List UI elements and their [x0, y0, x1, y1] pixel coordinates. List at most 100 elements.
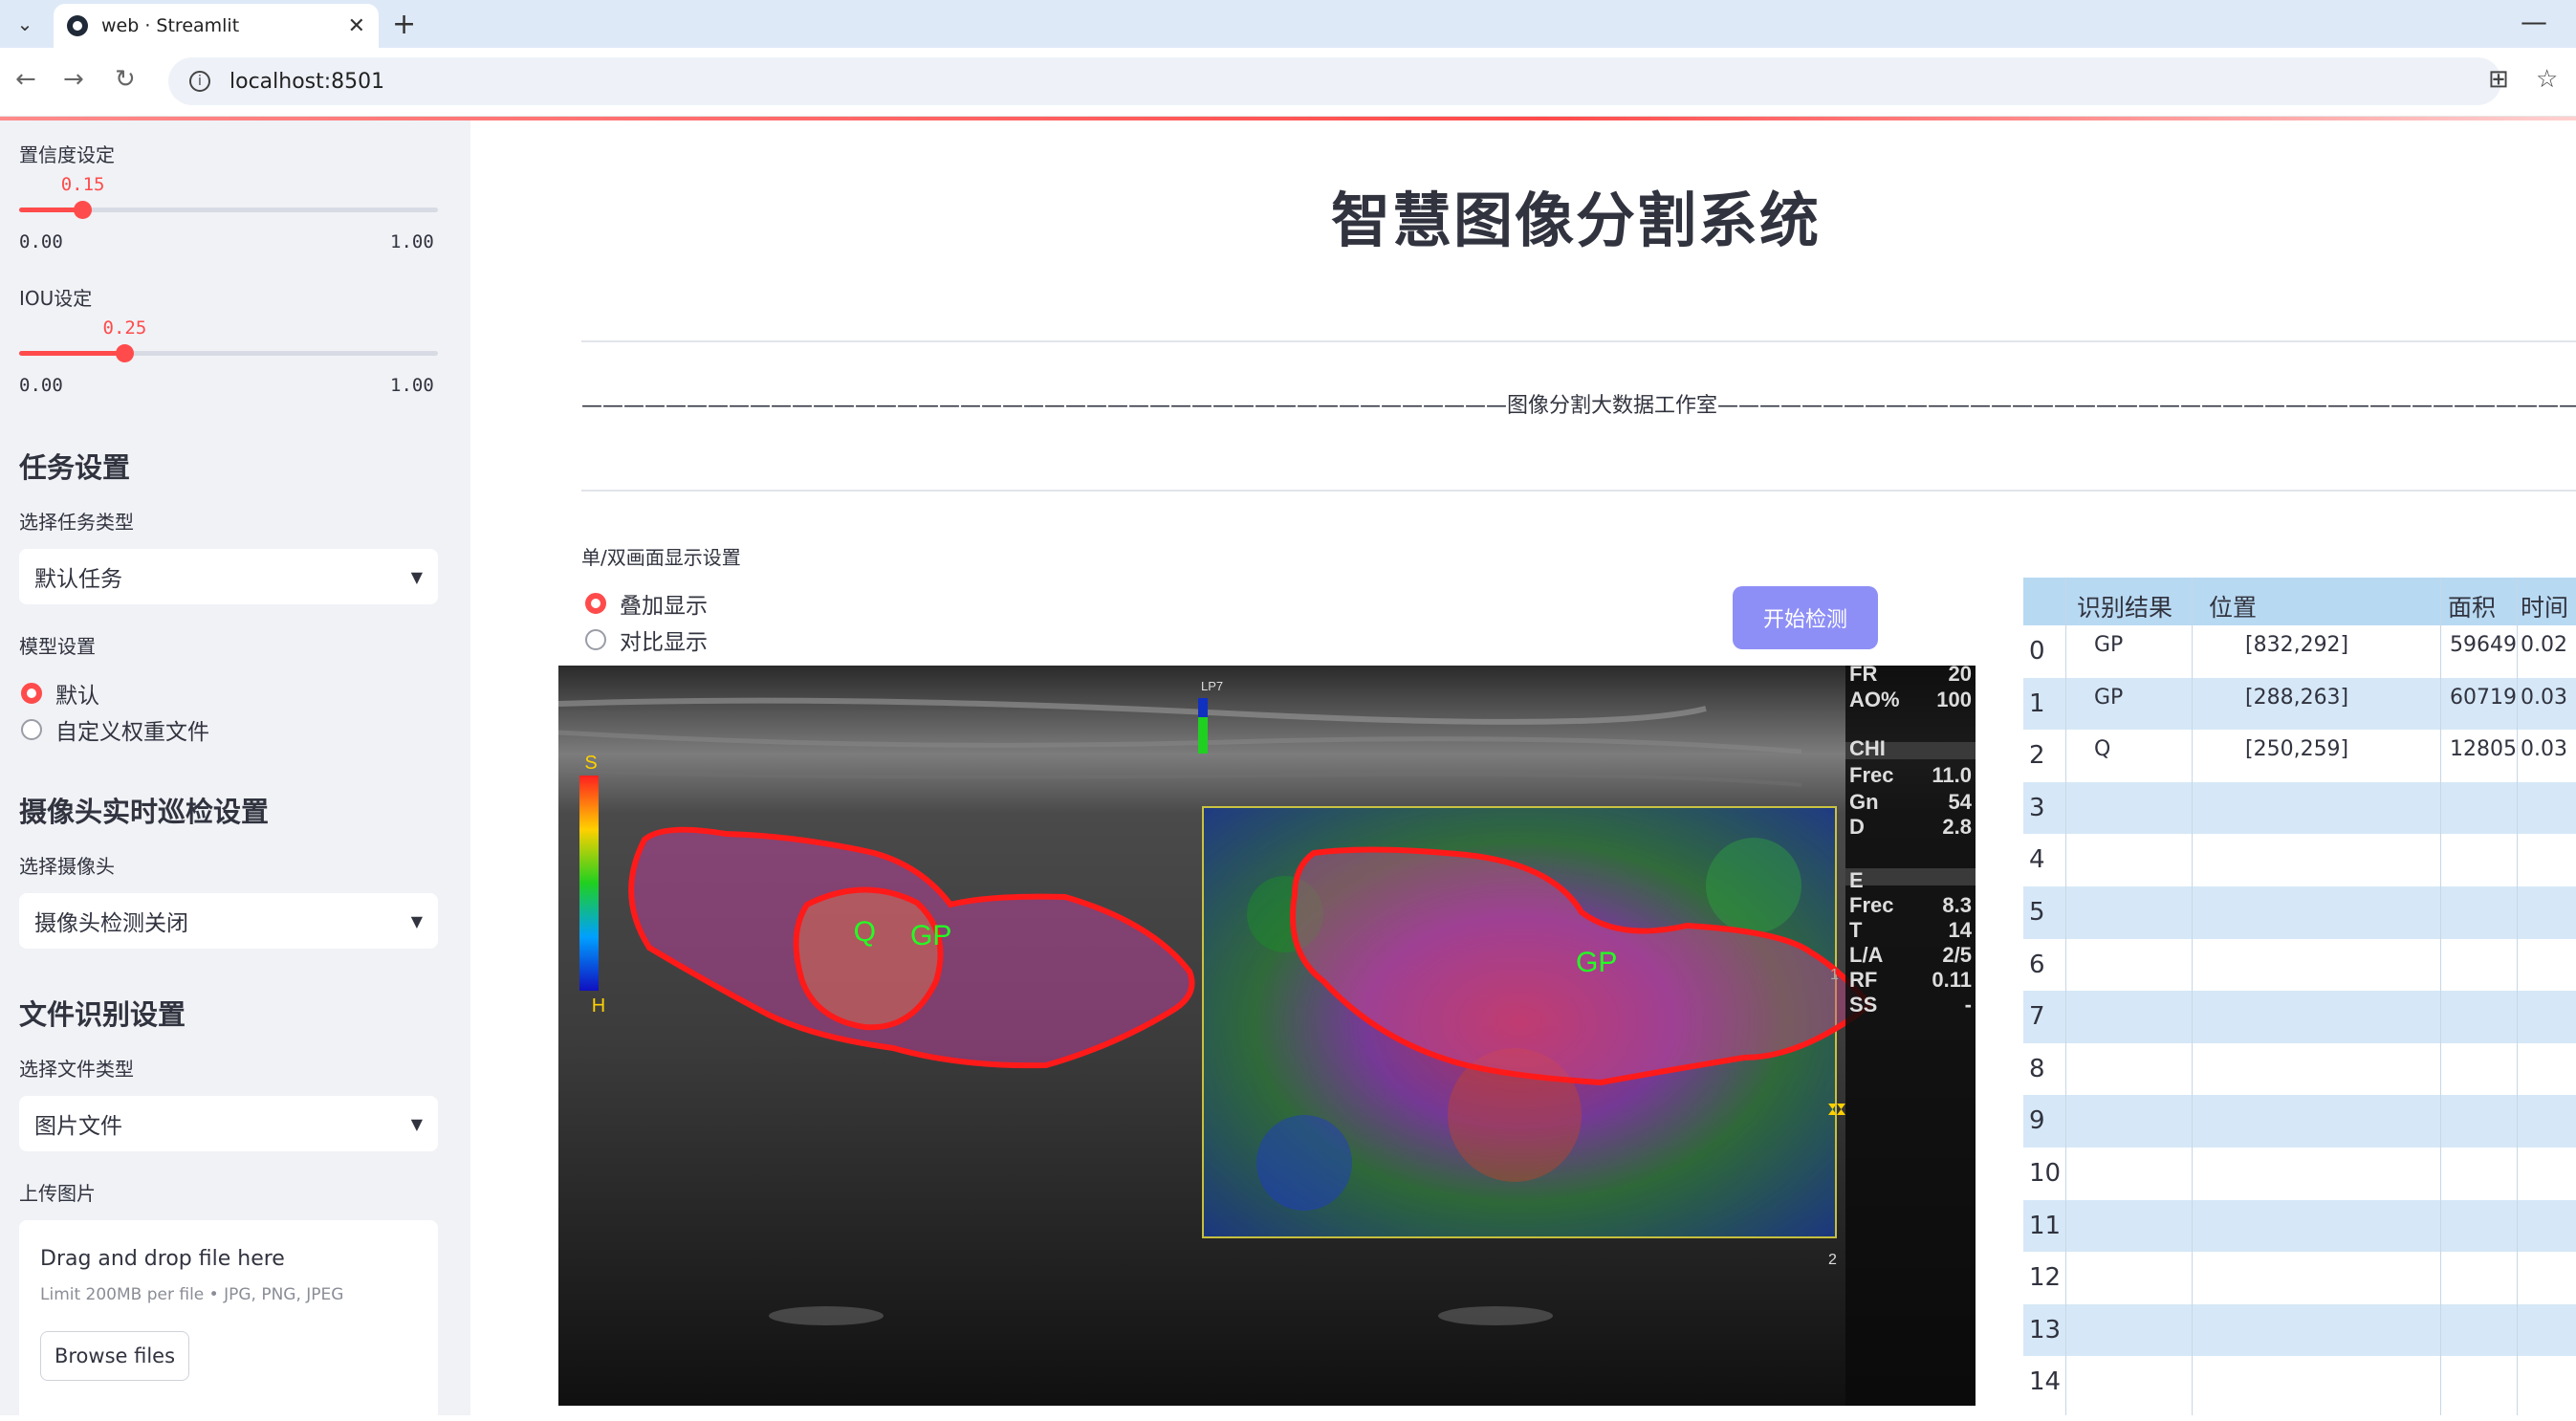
file-type-select[interactable]: 图片文件 ▼	[19, 1096, 438, 1151]
browse-files-button[interactable]: Browse files	[40, 1331, 189, 1381]
param-value: 11.0	[1932, 763, 1972, 787]
site-info-icon[interactable]: i	[189, 71, 210, 92]
results-table[interactable]: 识别结果 位置 面积 时间 0 GP [832,292] 59649 0.02 1 GP [2…	[2023, 578, 2576, 1415]
confidence-max: 1.00	[390, 231, 434, 252]
depth-mark: 1	[1830, 967, 1839, 983]
cell-idx: 7	[2029, 1002, 2045, 1032]
url-omnibox[interactable]: i localhost:8501	[168, 57, 2501, 105]
radio-selected-icon[interactable]	[21, 683, 42, 704]
param-value: 14	[1949, 918, 1973, 942]
table-row[interactable]: 1 GP [288,263] 60719 0.03	[2023, 677, 2576, 731]
iou-slider[interactable]	[19, 344, 438, 362]
param-key: Frec	[1849, 893, 1893, 917]
tab-search-chevron-icon[interactable]: ⌄	[6, 7, 44, 41]
confidence-label: 置信度设定	[19, 143, 115, 166]
back-arrow-icon[interactable]: ←	[15, 65, 36, 94]
table-row[interactable]: 3	[2023, 781, 2576, 835]
cell-idx: 12	[2029, 1263, 2062, 1293]
radio-unselected-icon[interactable]	[585, 629, 606, 650]
bookmark-star-icon[interactable]: ☆	[2536, 65, 2558, 94]
display-option-label: 叠加显示	[620, 594, 708, 619]
cell-idx: 0	[2029, 637, 2045, 666]
probe-indicator	[1198, 698, 1208, 717]
table-row[interactable]: 8	[2023, 1042, 2576, 1096]
param-key: D	[1849, 815, 1865, 839]
translate-icon[interactable]: ⊞	[2488, 65, 2509, 94]
cell-position: [288,263]	[2245, 685, 2349, 710]
chevron-down-icon: ▼	[410, 911, 423, 930]
camera-select-label: 选择摄像头	[19, 855, 115, 878]
header-area: 面积	[2448, 594, 2497, 622]
param-key: RF	[1849, 968, 1877, 992]
sidebar: 置信度设定 0.15 0.00 1.00 IOU设定 0.25 0.00 1.0…	[0, 120, 470, 1421]
param-value: -	[1965, 993, 1972, 1017]
table-row[interactable]: 7	[2023, 991, 2576, 1044]
column-separator	[2065, 578, 2066, 1415]
camera-select-value: 摄像头检测关闭	[34, 911, 188, 936]
table-row[interactable]: 2 Q [250,259] 12805 0.03	[2023, 730, 2576, 783]
start-detection-button[interactable]: 开始检测	[1733, 586, 1878, 649]
param-key: SS	[1849, 993, 1877, 1017]
iou-slider-fill	[19, 351, 124, 356]
confidence-min: 0.00	[19, 231, 63, 252]
cell-time: 0.03	[2521, 737, 2567, 762]
display-option-label: 对比显示	[620, 630, 708, 655]
display-option-compare[interactable]: 对比显示	[585, 623, 708, 656]
cell-area: 12805	[2450, 737, 2517, 762]
reload-icon[interactable]: ↻	[115, 65, 136, 94]
param-key: Gn	[1849, 790, 1879, 814]
table-row[interactable]: 6	[2023, 938, 2576, 992]
header-result: 识别结果	[2077, 594, 2173, 622]
param-key: E	[1849, 868, 1864, 892]
divider	[581, 340, 2576, 342]
segmentation-result-image: S H LP7 Q GP GP FR 20 AO% 100 CHI Frec 11.0 Gn 5…	[558, 666, 1976, 1406]
task-type-label: 选择任务类型	[19, 511, 134, 534]
display-mode-label: 单/双画面显示设置	[581, 546, 741, 569]
forward-arrow-icon[interactable]: →	[63, 65, 84, 94]
confidence-slider-thumb[interactable]	[73, 201, 92, 219]
chevron-down-icon: ▼	[410, 1114, 423, 1133]
model-option-custom[interactable]: 自定义权重文件	[21, 713, 209, 746]
new-tab-plus-icon[interactable]: +	[392, 8, 416, 41]
display-option-overlay[interactable]: 叠加显示	[585, 587, 708, 620]
param-key: Frec	[1849, 763, 1893, 787]
table-row[interactable]: 12	[2023, 1252, 2576, 1305]
table-row[interactable]: 14	[2023, 1356, 2576, 1410]
tab-close-icon[interactable]: ✕	[348, 14, 365, 38]
table-row[interactable]: 9	[2023, 1095, 2576, 1148]
file-uploader-dropzone[interactable]: Drag and drop file here Limit 200MB per …	[19, 1220, 438, 1421]
header-position: 位置	[2209, 594, 2258, 622]
model-option-label: 自定义权重文件	[55, 720, 209, 745]
param-value: 0.11	[1932, 968, 1972, 992]
table-row[interactable]: 0 GP [832,292] 59649 0.02	[2023, 625, 2576, 678]
table-row[interactable]: 5	[2023, 886, 2576, 939]
task-type-select[interactable]: 默认任务 ▼	[19, 549, 438, 604]
radio-selected-icon[interactable]	[585, 593, 606, 614]
depth-mark: 2	[1828, 1252, 1837, 1268]
cell-result: Q	[2094, 737, 2111, 762]
confidence-slider[interactable]	[19, 201, 438, 219]
scale-bottom-label: H	[592, 995, 605, 1017]
file-type-value: 图片文件	[34, 1114, 122, 1139]
camera-select[interactable]: 摄像头检测关闭 ▼	[19, 893, 438, 949]
column-separator	[2192, 578, 2193, 1415]
table-row[interactable]: 4	[2023, 834, 2576, 887]
param-value: 54	[1949, 790, 1973, 814]
file-settings-heading: 文件识别设置	[19, 998, 186, 1031]
table-row[interactable]: 13	[2023, 1303, 2576, 1357]
cell-idx: 14	[2029, 1367, 2062, 1397]
scale-top-label: S	[584, 753, 597, 774]
param-value: 2/5	[1942, 943, 1972, 967]
streamlit-favicon-icon	[67, 15, 88, 36]
iou-slider-thumb[interactable]	[115, 344, 134, 362]
model-option-default[interactable]: 默认	[21, 677, 99, 710]
browser-tab[interactable]: web · Streamlit ✕	[54, 4, 379, 48]
table-row[interactable]: 11	[2023, 1199, 2576, 1253]
table-row[interactable]: 10	[2023, 1148, 2576, 1200]
window-minimize-icon[interactable]: —	[2521, 6, 2547, 37]
cell-idx: 9	[2029, 1106, 2045, 1136]
column-separator	[2440, 578, 2441, 1415]
radio-unselected-icon[interactable]	[21, 719, 42, 740]
cell-time: 0.03	[2521, 685, 2567, 710]
cell-idx: 4	[2029, 845, 2045, 875]
